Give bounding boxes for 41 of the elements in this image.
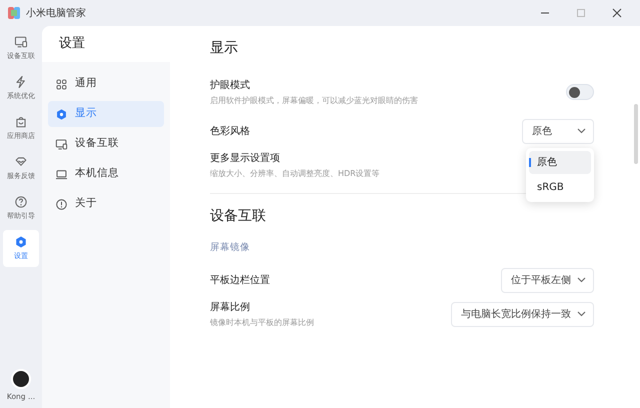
setting-description: 镜像时本机与平板的屏幕比例: [210, 316, 314, 329]
toggle-switch[interactable]: [566, 84, 594, 100]
chevron-down-icon: [577, 128, 586, 134]
avatar[interactable]: [11, 368, 31, 389]
close-icon: [612, 8, 622, 18]
chevron-down-icon: [577, 311, 586, 318]
section-subheading: 屏幕镜像: [210, 241, 251, 255]
device-icon: [55, 138, 68, 150]
dropdown[interactable]: 原色: [522, 118, 594, 144]
setting-label: 平板边栏位置: [210, 274, 270, 288]
dropdown[interactable]: 与电脑长宽比例保持一致: [451, 302, 594, 327]
nav-item[interactable]: 设备互联: [48, 131, 164, 157]
nav-item[interactable]: 本机信息: [48, 161, 164, 187]
nav-item[interactable]: 关于: [48, 191, 164, 217]
setting-description: 缩放大小、分辨率、自动调整亮度、HDR设置等: [210, 168, 380, 180]
dropdown[interactable]: 位于平板左侧: [501, 268, 594, 293]
setting-label: 屏幕比例: [210, 300, 251, 315]
dropdown-option[interactable]: sRGB: [529, 176, 591, 198]
maximize-icon: [576, 8, 586, 18]
section-heading: 显示: [210, 39, 239, 58]
shopping-bag-icon: [14, 115, 28, 130]
help-icon: [14, 195, 28, 210]
setting-label: 更多显示设置项: [210, 152, 281, 166]
bolt-icon: [14, 75, 28, 90]
settings-icon: [55, 108, 68, 120]
info-icon: [55, 198, 68, 210]
panel-title: 设置: [59, 35, 85, 54]
dropdown-option[interactable]: 原色: [529, 150, 591, 174]
setting-label: 色彩风格: [210, 124, 250, 138]
laptop-icon: [55, 168, 68, 180]
grid-icon: [55, 78, 68, 90]
setting-label: 护眼模式: [210, 78, 251, 92]
setting-description: 启用软件护眼模式，屏幕偏暖，可以减少蓝光对眼睛的伤害: [210, 94, 418, 106]
settings-icon: [14, 235, 28, 250]
scrollbar[interactable]: [634, 104, 638, 164]
nav-item[interactable]: 通用: [48, 71, 164, 97]
window-title: 小米电脑管家: [26, 6, 86, 20]
device-icon: [14, 35, 28, 50]
chevron-down-icon: [577, 277, 586, 284]
app-logo-icon: [8, 7, 20, 19]
section-heading: 设备互联: [210, 207, 267, 226]
